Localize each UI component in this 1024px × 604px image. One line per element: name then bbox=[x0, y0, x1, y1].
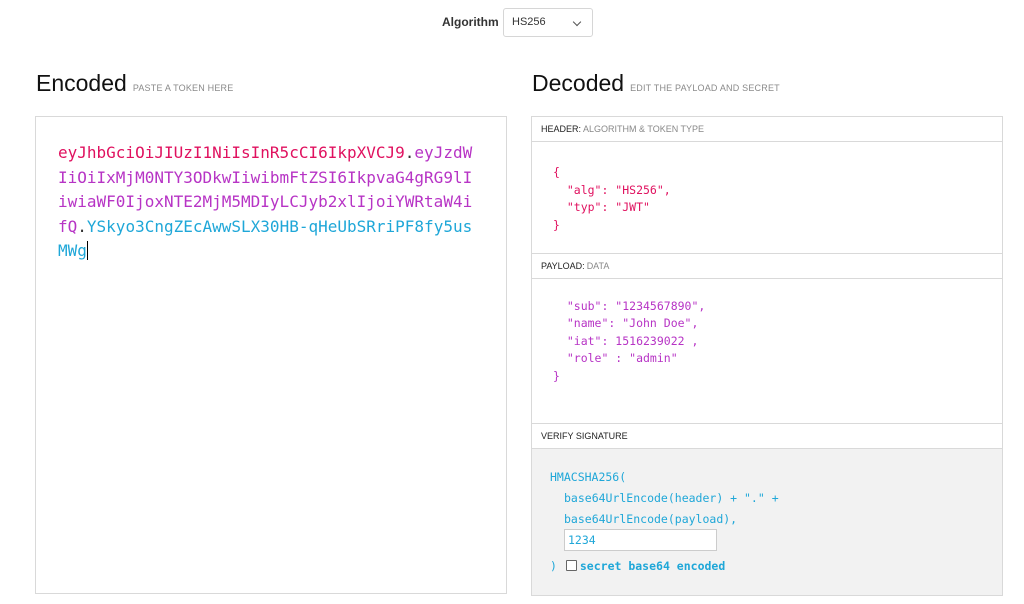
decoded-heading: Decoded EDIT THE PAYLOAD AND SECRET bbox=[532, 70, 780, 97]
text-caret bbox=[86, 241, 88, 260]
payload-section-title: PAYLOAD: DATA bbox=[532, 254, 1002, 279]
token-header-part: eyJhbGciOiJIUzI1NiIsInR5cCI6IkpXVCJ9 bbox=[58, 143, 405, 162]
verify-section-title: VERIFY SIGNATURE bbox=[532, 424, 1002, 449]
payload-json-editor[interactable]: "sub": "1234567890", "name": "John Doe",… bbox=[553, 280, 705, 386]
token-signature-part: YSkyo3CngZEcAwwSLX30HB-qHeUbSRriPF8fy5us… bbox=[58, 216, 473, 261]
algorithm-select[interactable]: HS256 bbox=[503, 8, 593, 37]
token-separator: . bbox=[404, 143, 415, 162]
algorithm-label: Algorithm bbox=[442, 15, 499, 29]
secret-base64-checkbox[interactable] bbox=[565, 560, 577, 571]
verify-line-payload: base64UrlEncode(payload), bbox=[564, 512, 738, 526]
decoded-panel: HEADER: ALGORITHM & TOKEN TYPE { "alg": "… bbox=[531, 116, 1003, 596]
decoded-title: Decoded bbox=[532, 70, 625, 96]
token-separator: . bbox=[77, 216, 87, 236]
decoded-subtitle: EDIT THE PAYLOAD AND SECRET bbox=[630, 83, 780, 93]
encoded-heading: Encoded PASTE A TOKEN HERE bbox=[36, 70, 233, 97]
header-json-editor[interactable]: { "alg": "HS256", "typ": "JWT" } bbox=[553, 164, 671, 234]
algorithm-selected-value: HS256 bbox=[512, 16, 546, 28]
header-section-label: HEADER: bbox=[541, 124, 582, 134]
payload-section-label: PAYLOAD: bbox=[541, 261, 585, 271]
verify-section-label: VERIFY SIGNATURE bbox=[541, 431, 628, 441]
chevron-down-icon bbox=[572, 17, 582, 27]
verify-signature-body: HMACSHA256( base64UrlEncode(header) + ".… bbox=[532, 449, 1002, 595]
header-section-title: HEADER: ALGORITHM & TOKEN TYPE bbox=[532, 117, 1002, 142]
encoded-subtitle: PASTE A TOKEN HERE bbox=[132, 83, 234, 93]
encoded-token-text[interactable]: eyJhbGciOiJIUzI1NiIsInR5cCI6IkpXVCJ9.eyJ… bbox=[58, 141, 478, 264]
verify-line-hmac: HMACSHA256( bbox=[550, 470, 627, 484]
verify-line-header: base64UrlEncode(header) + "." + bbox=[564, 491, 779, 505]
payload-section-desc: DATA bbox=[586, 261, 610, 271]
verify-line-close: ) secret base64 encoded bbox=[550, 559, 725, 573]
encoded-title: Encoded bbox=[36, 70, 127, 96]
header-section-desc: ALGORITHM & TOKEN TYPE bbox=[583, 124, 705, 134]
secret-input[interactable] bbox=[564, 529, 717, 551]
secret-base64-label[interactable]: secret base64 encoded bbox=[580, 559, 725, 573]
verify-close-paren: ) bbox=[550, 559, 557, 573]
encoded-token-textarea[interactable]: eyJhbGciOiJIUzI1NiIsInR5cCI6IkpXVCJ9.eyJ… bbox=[35, 116, 507, 594]
